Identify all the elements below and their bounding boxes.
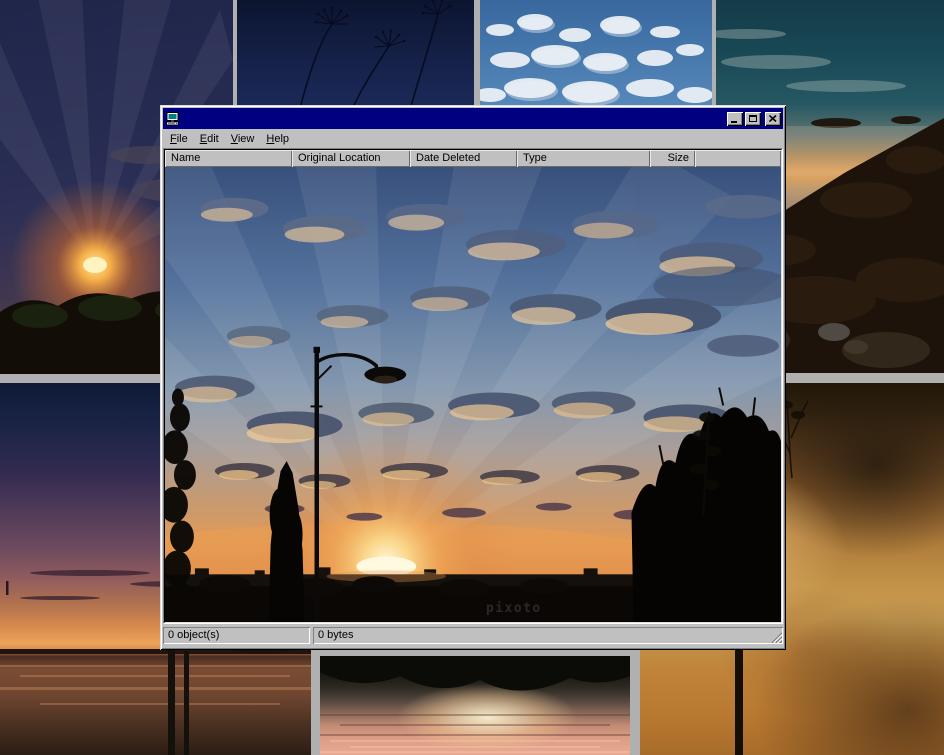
list-view: Name Original Location Date Deleted Type…: [164, 149, 782, 623]
water-reflection-photo-art: [320, 656, 630, 755]
status-bytes: 0 bytes: [318, 629, 353, 641]
maximize-button[interactable]: [745, 112, 761, 126]
column-header-type[interactable]: Type: [517, 150, 650, 167]
column-header-date-deleted[interactable]: Date Deleted: [410, 150, 517, 167]
status-objects: 0 object(s): [163, 627, 310, 644]
list-view-frame: Name Original Location Date Deleted Type…: [163, 148, 783, 624]
column-header-row: Name Original Location Date Deleted Type…: [165, 150, 781, 167]
minimize-icon: [731, 121, 737, 123]
menu-bar: File Edit View Help: [163, 129, 783, 148]
status-bar: 0 object(s) 0 bytes: [163, 624, 783, 647]
desktop: File Edit View Help Name Original Locati…: [0, 0, 944, 755]
column-header-name[interactable]: Name: [165, 150, 292, 167]
recycle-bin-window: File Edit View Help Name Original Locati…: [160, 105, 786, 650]
menu-help[interactable]: Help: [260, 131, 295, 147]
close-button[interactable]: [765, 112, 781, 126]
sunset-lamp-photo: pixoto: [165, 167, 781, 622]
minimize-button[interactable]: [727, 112, 743, 126]
resize-grip-icon[interactable]: [769, 630, 782, 643]
maximize-icon: [749, 115, 757, 122]
clouds-photo-art: [480, 0, 712, 120]
status-bytes-panel: 0 bytes: [313, 627, 783, 644]
plant-photo-art: [237, 0, 474, 120]
close-icon: [769, 115, 777, 122]
computer-icon: [165, 111, 181, 127]
photo-watermark: pixoto: [486, 601, 542, 616]
column-header-original-location[interactable]: Original Location: [292, 150, 410, 167]
column-header-filler: [695, 150, 781, 167]
list-view-content-area[interactable]: pixoto: [165, 167, 781, 622]
wallpaper-tile-clouds-photo: [480, 0, 712, 120]
wallpaper-tile-plant-photo: [237, 0, 474, 120]
wallpaper-tile-water-reflection-photo: [320, 656, 630, 755]
menu-view[interactable]: View: [225, 131, 261, 147]
window-titlebar[interactable]: [163, 108, 783, 129]
menu-file[interactable]: File: [164, 131, 194, 147]
menu-edit[interactable]: Edit: [194, 131, 225, 147]
column-header-size[interactable]: Size: [650, 150, 695, 167]
